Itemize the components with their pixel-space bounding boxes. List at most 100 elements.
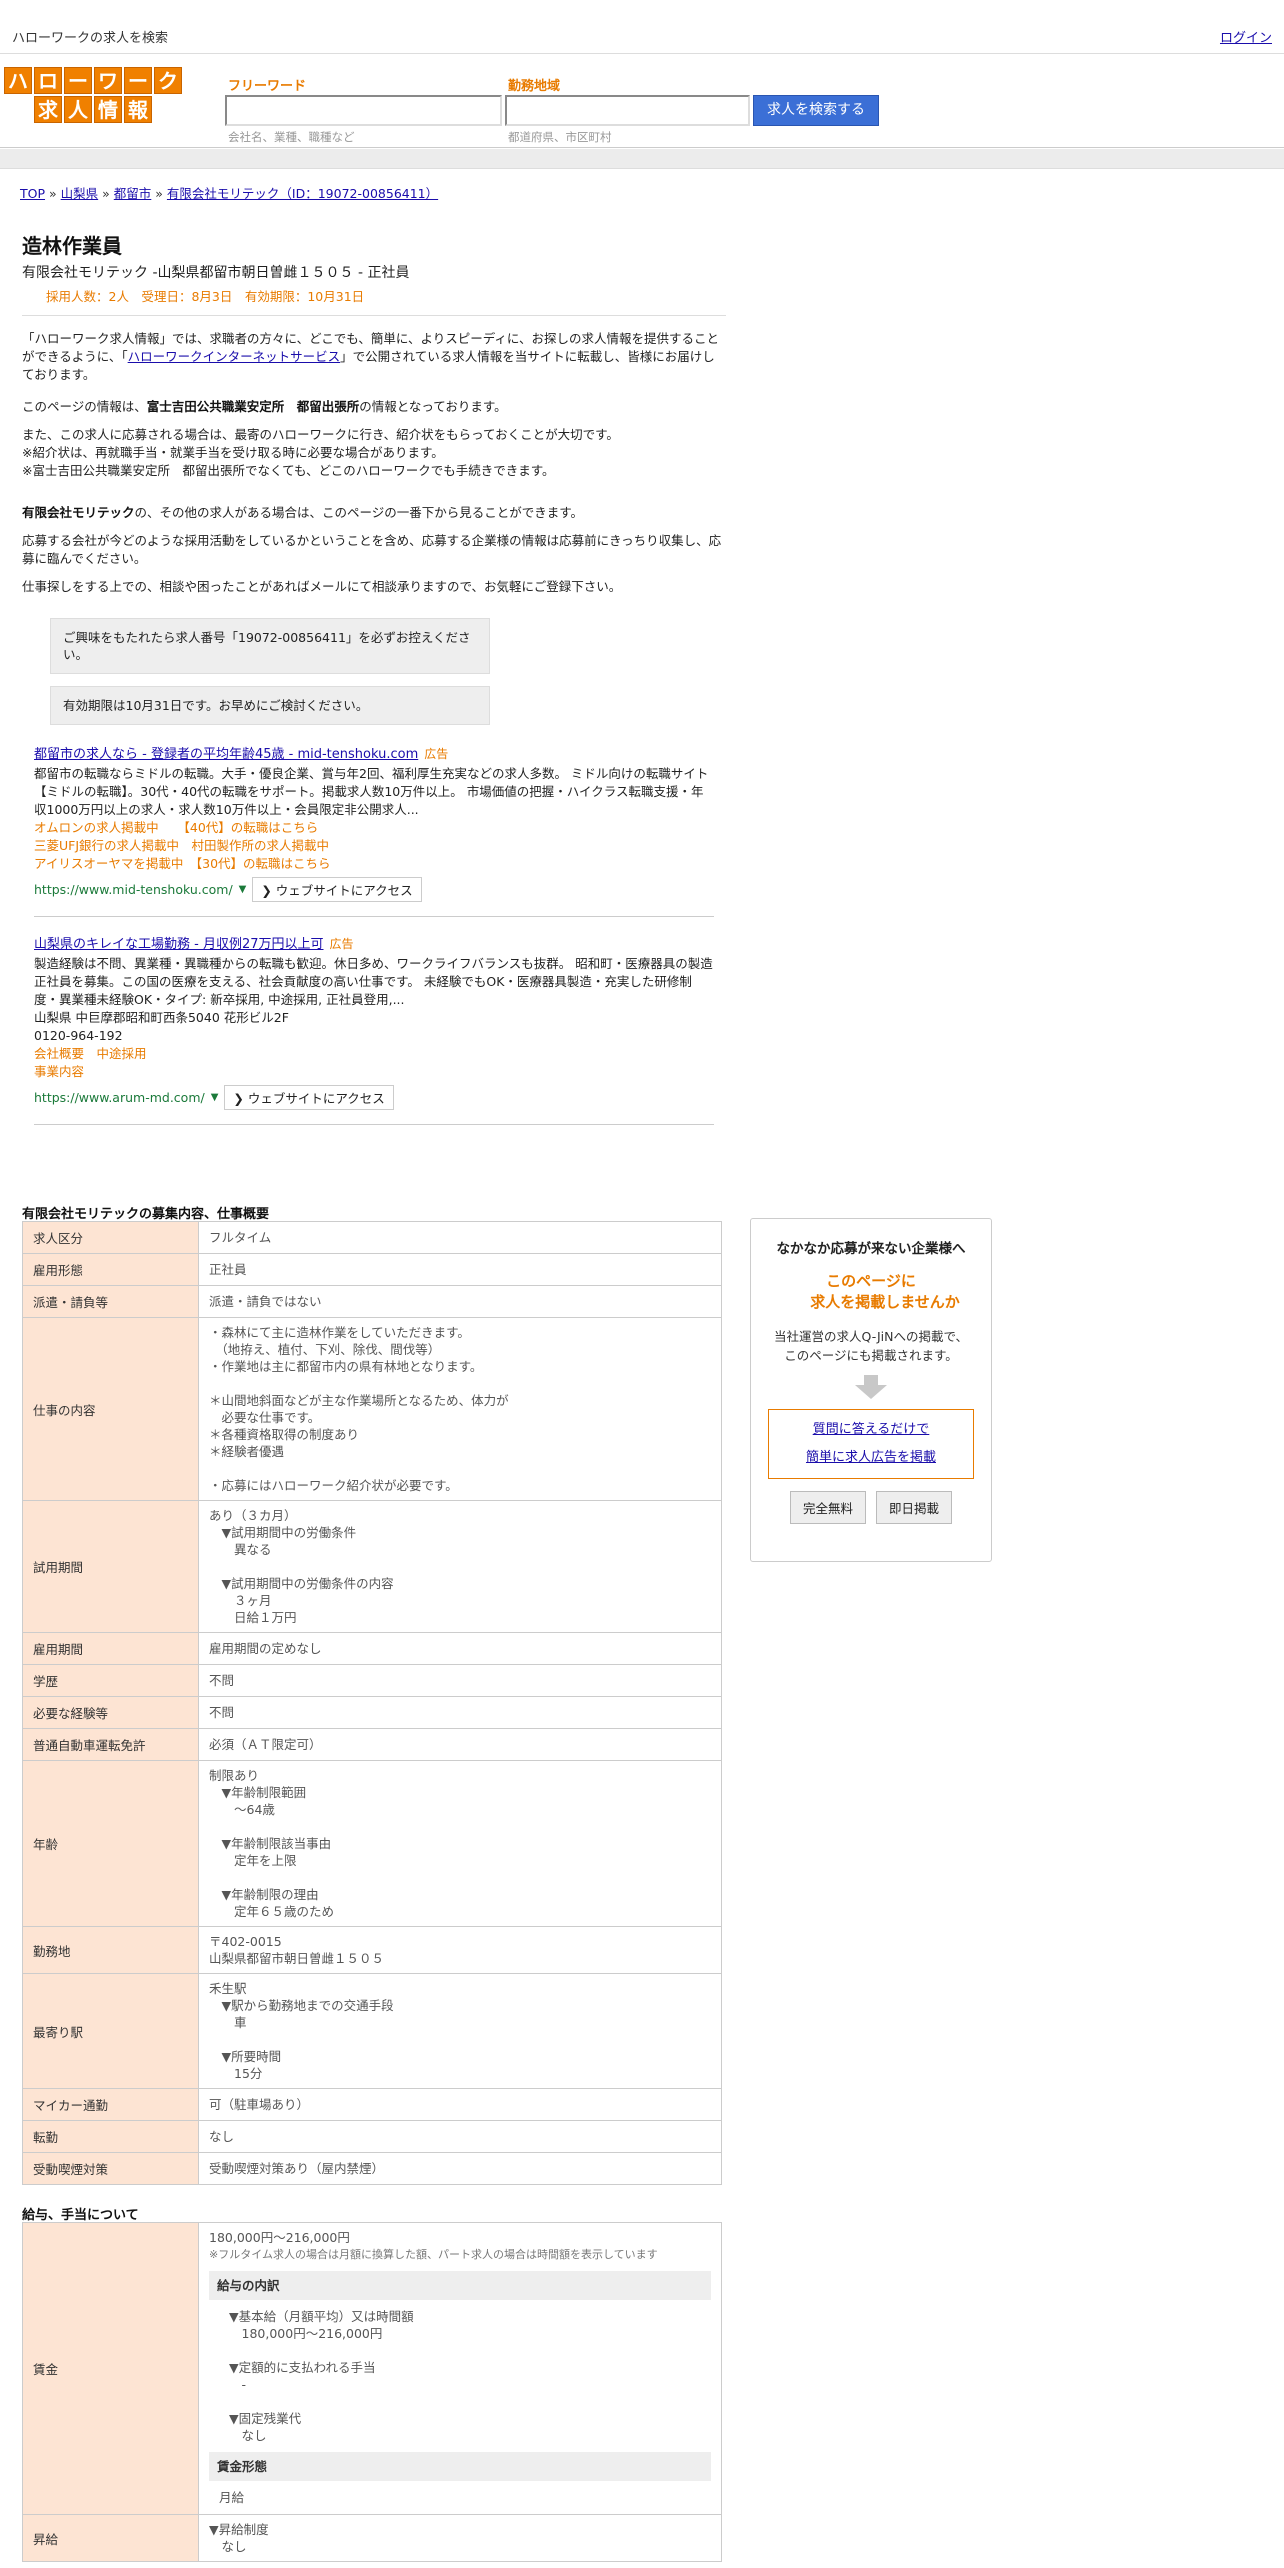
row-value: 正社員 bbox=[198, 1253, 722, 1286]
area-label: 勤務地域 bbox=[508, 79, 561, 94]
login-link[interactable]: ログイン bbox=[1220, 27, 1272, 46]
ad-title-link[interactable]: 山梨県のキレイな工場勤務 - 月収例27万円以上可 bbox=[34, 937, 324, 952]
wage-form-heading: 賃金形態 bbox=[209, 2452, 711, 2481]
ad-description: 都留市の転職ならミドルの転職。大手・優良企業、賞与年2回、福利厚生充実などの求人… bbox=[34, 766, 709, 817]
summary-section-title: 有限会社モリテックの募集内容、仕事概要 bbox=[22, 1207, 270, 1222]
ad-sitelink[interactable]: 三菱UFJ銀行の求人掲載中 村田製作所の求人掲載中 bbox=[34, 837, 714, 855]
hellowork-logo[interactable]: ハローワーク 求人情報 bbox=[4, 67, 182, 125]
ad-tag: 広告 bbox=[329, 937, 354, 951]
row-label: 受動喫煙対策 bbox=[22, 2152, 199, 2185]
row-label: 昇給 bbox=[22, 2514, 199, 2562]
intro-paragraph-6: 仕事探しをする上での、相談や困ったことがあればメールにて相談承りますので、お気軽… bbox=[22, 579, 622, 594]
search-header: ハローワーク 求人情報 フリーワード 会社名、業種、職種など 勤務地域 都道府県… bbox=[0, 55, 1284, 148]
ad-sitelink[interactable]: アイリスオーヤマを掲載中 【30代】の転職はこちら bbox=[34, 855, 714, 873]
area-hint: 都道府県、市区町村 bbox=[508, 130, 612, 144]
ad-visit-button[interactable]: ❯ ウェブサイトにアクセス bbox=[252, 877, 422, 902]
row-value: ▼昇給制度 なし bbox=[198, 2514, 722, 2562]
sidebox-link-post[interactable]: 簡単に求人広告を掲載 bbox=[769, 1444, 973, 1472]
row-label: 雇用形態 bbox=[22, 1253, 199, 1286]
company-name: 有限会社モリテック bbox=[22, 505, 135, 520]
table-row: 年齢 制限あり ▼年齢制限範囲 〜64歳 ▼年齢制限該当事由 定年を上限 ▼年齢制… bbox=[22, 1760, 722, 1927]
caret-down-icon[interactable]: ▼ bbox=[239, 884, 247, 895]
advertise-sidebox: なかなか応募が来ない企業様へ このページに 求人を掲載しませんか 当社運営の求人… bbox=[750, 1218, 992, 1562]
row-value: 不問 bbox=[198, 1664, 722, 1697]
search-button[interactable]: 求人を検索する bbox=[753, 95, 879, 126]
top-bar: ハローワークの求人を検索 ログイン bbox=[0, 0, 1284, 54]
hellowork-internet-link[interactable]: ハローワークインターネットサービス bbox=[128, 349, 341, 364]
table-row: 仕事の内容 ・森林にて主に造林作業をしていただきます。 （地拵え、植付、下刈、除伐… bbox=[22, 1317, 722, 1501]
divider bbox=[22, 315, 726, 316]
row-value: ・森林にて主に造林作業をしていただきます。 （地拵え、植付、下刈、除伐、間伐等）… bbox=[198, 1317, 722, 1501]
wage-breakdown-heading: 給与の内訳 bbox=[209, 2271, 711, 2300]
table-row: 学歴 不問 bbox=[22, 1664, 722, 1697]
row-value: フルタイム bbox=[198, 1221, 722, 1254]
row-value: 制限あり ▼年齢制限範囲 〜64歳 ▼年齢制限該当事由 定年を上限 ▼年齢制限の… bbox=[198, 1760, 722, 1927]
wage-note: ※フルタイム求人の場合は月額に換算した額、パート求人の場合は時間額を表示していま… bbox=[209, 2248, 658, 2261]
breadcrumb-separator: » bbox=[102, 186, 110, 201]
ad-url[interactable]: https://www.mid-tenshoku.com/ bbox=[34, 882, 233, 897]
row-value: 180,000円〜216,000円 ※フルタイム求人の場合は月額に換算した額、パ… bbox=[198, 2222, 722, 2515]
job-number-notice: ご興味をもたれたら求人番号「19072-00856411」を必ずお控えください。 bbox=[50, 618, 490, 674]
table-row: 必要な経験等 不問 bbox=[22, 1696, 722, 1729]
breadcrumb-prefecture[interactable]: 山梨県 bbox=[61, 186, 99, 201]
ad-sitelink[interactable]: 事業内容 bbox=[34, 1063, 714, 1081]
row-label: 雇用期間 bbox=[22, 1632, 199, 1665]
ad-url[interactable]: https://www.arum-md.com/ bbox=[34, 1090, 205, 1105]
breadcrumb-city[interactable]: 都留市 bbox=[114, 186, 152, 201]
logo-char: 人 bbox=[64, 96, 92, 123]
sidebox-link-question[interactable]: 質問に答えるだけで bbox=[769, 1416, 973, 1444]
intro-paragraph-4: 有限会社モリテックの、その他の求人がある場合は、このページの一番下から見ることが… bbox=[22, 504, 726, 522]
table-row: マイカー通勤 可（駐車場あり） bbox=[22, 2088, 722, 2121]
pay-section-title: 給与、手当について bbox=[22, 2208, 139, 2223]
intro-paragraph-2: このページの情報は、富士吉田公共職業安定所 都留出張所の情報となっております。 bbox=[22, 398, 726, 416]
table-row: 雇用期間 雇用期間の定めなし bbox=[22, 1632, 722, 1665]
same-day-button[interactable]: 即日掲載 bbox=[876, 1491, 953, 1524]
logo-char: ロ bbox=[34, 67, 62, 94]
sidebox-links: 質問に答えるだけで 簡単に求人広告を掲載 bbox=[768, 1409, 974, 1479]
breadcrumb-top[interactable]: TOP bbox=[20, 186, 45, 201]
ad-title-link[interactable]: 都留市の求人なら - 登録者の平均年齢45歳 - mid-tenshoku.co… bbox=[34, 747, 418, 762]
breadcrumb-company[interactable]: 有限会社モリテック（ID：19072-00856411） bbox=[167, 186, 438, 201]
row-label: 必要な経験等 bbox=[22, 1696, 199, 1729]
table-row: 受動喫煙対策 受動喫煙対策あり（屋内禁煙） bbox=[22, 2152, 722, 2185]
job-title: 造林作業員 bbox=[22, 234, 122, 258]
sidebox-title: なかなか応募が来ない企業様へ bbox=[776, 1241, 966, 1257]
main-content: 造林作業員 有限会社モリテック -山梨県都留市朝日曽雌１５０５ - 正社員 採用… bbox=[22, 230, 726, 1141]
area-input[interactable] bbox=[505, 95, 750, 126]
ad-item: 山梨県のキレイな工場勤務 - 月収例27万円以上可 広告 製造経験は不問、異業種・… bbox=[34, 933, 714, 1125]
wage-form-value: 月給 bbox=[219, 2490, 245, 2505]
row-value: 可（駐車場あり） bbox=[198, 2088, 722, 2121]
arrow-down-icon bbox=[855, 1385, 887, 1399]
breadcrumb-separator: » bbox=[49, 186, 57, 201]
ad-description: 製造経験は不問、異業種・異職種からの転職も歓迎。休日多め、ワークライフバランスも… bbox=[34, 956, 713, 1043]
job-meta: 採用人数：2人 受理日：8月3日 有効期限：10月31日 bbox=[46, 289, 365, 304]
row-label: 勤務地 bbox=[22, 1926, 199, 1974]
caret-down-icon[interactable]: ▼ bbox=[211, 1092, 219, 1103]
expiry-notice: 有効期限は10月31日です。お早めにご検討ください。 bbox=[50, 686, 490, 725]
table-row: 雇用形態 正社員 bbox=[22, 1253, 722, 1286]
ad-visit-button[interactable]: ❯ ウェブサイトにアクセス bbox=[224, 1085, 394, 1110]
office-name: 富士吉田公共職業安定所 都留出張所 bbox=[146, 399, 360, 414]
summary-table: 求人区分 フルタイム 雇用形態 正社員 派遣・請負等 派遣・請負ではない 仕事の内容 ・森林に… bbox=[22, 1221, 722, 2185]
table-row: 求人区分 フルタイム bbox=[22, 1221, 722, 1254]
freeword-hint: 会社名、業種、職種など bbox=[228, 130, 355, 144]
table-row: 賃金 180,000円〜216,000円 ※フルタイム求人の場合は月額に換算した… bbox=[22, 2222, 722, 2515]
logo-char: 求 bbox=[34, 96, 62, 123]
ad-sitelink[interactable]: 会社概要 中途採用 bbox=[34, 1045, 714, 1063]
row-label: 派遣・請負等 bbox=[22, 1285, 199, 1318]
wage-breakdown: ▼基本給（月額平均）又は時間額 180,000円〜216,000円 ▼定額的に支… bbox=[229, 2309, 414, 2443]
row-value: あり（３カ月） ▼試用期間中の労働条件 異なる ▼試用期間中の労働条件の内容 ３… bbox=[198, 1500, 722, 1633]
free-button[interactable]: 完全無料 bbox=[789, 1491, 866, 1524]
ads-block: 都留市の求人なら - 登録者の平均年齢45歳 - mid-tenshoku.co… bbox=[34, 743, 714, 1125]
row-label: マイカー通勤 bbox=[22, 2088, 199, 2121]
intro-paragraph-5: 応募する会社が今どのような採用活動をしているかということを含め、応募する企業様の… bbox=[22, 533, 722, 566]
intro-paragraph-3: また、この求人に応募される場合は、最寄のハローワークに行き、紹介状をもらっておく… bbox=[22, 427, 619, 478]
sidebox-catch-line: このページに bbox=[826, 1272, 916, 1290]
ad-tag: 広告 bbox=[424, 747, 449, 761]
table-row: 最寄り駅 禾生駅 ▼駅から勤務地までの交通手段 車 ▼所要時間 15分 bbox=[22, 1973, 722, 2089]
ad-sitelink[interactable]: オムロンの求人掲載中 【40代】の転職はこちら bbox=[34, 819, 714, 837]
freeword-input[interactable] bbox=[225, 95, 502, 126]
site-title: ハローワークの求人を検索 bbox=[12, 31, 169, 46]
row-label: 転勤 bbox=[22, 2120, 199, 2153]
row-value: なし bbox=[198, 2120, 722, 2153]
